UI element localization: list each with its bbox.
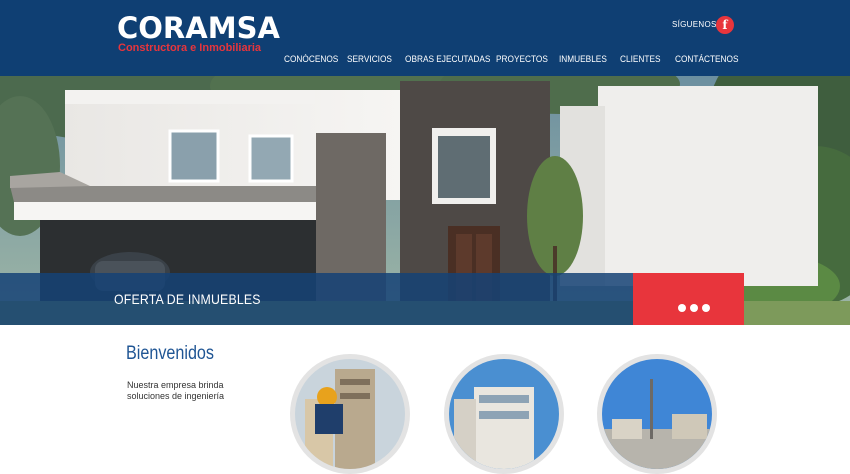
welcome-text: Nuestra empresa brinda soluciones de ing… [127,380,225,401]
nav-item-clientes[interactable]: CLIENTES [620,53,660,65]
thumbnail-proyectos[interactable] [444,354,564,474]
building-photo [449,359,559,469]
hero-caption[interactable]: OFERTA DE INMUEBLES [114,290,261,308]
logo-tagline: Constructora e Inmobiliaria [118,42,262,54]
welcome-title: Bienvenidos [126,343,215,364]
nav-item-obras-ejecutadas[interactable]: OBRAS EJECUTADAS [405,53,490,65]
slider-dot-1[interactable] [678,304,686,312]
follow-label: SÍGUENOS [672,20,717,29]
nav-item-servicios[interactable]: SERVICIOS [347,53,392,65]
nav-item-proyectos[interactable]: PROYECTOS [496,53,548,65]
nav-item-inmuebles[interactable]: INMUEBLES [559,53,607,65]
slider-dot-2[interactable] [690,304,698,312]
thumbnail-inmuebles[interactable] [597,354,717,474]
slider-controls [633,273,744,325]
facebook-icon[interactable]: f [716,16,734,34]
logo[interactable]: CORAMSA [117,12,280,44]
thumbnail-obras[interactable] [290,354,410,474]
street-photo [602,359,712,469]
hero-caption-bar [0,273,633,325]
slider-dot-3[interactable] [702,304,710,312]
construction-photo [295,359,405,469]
site-header: CORAMSA Constructora e Inmobiliaria SÍGU… [0,0,850,76]
nav-item-contactenos[interactable]: CONTÁCTENOS [675,53,738,65]
nav-item-conocenos[interactable]: CONÓCENOS [284,53,338,65]
